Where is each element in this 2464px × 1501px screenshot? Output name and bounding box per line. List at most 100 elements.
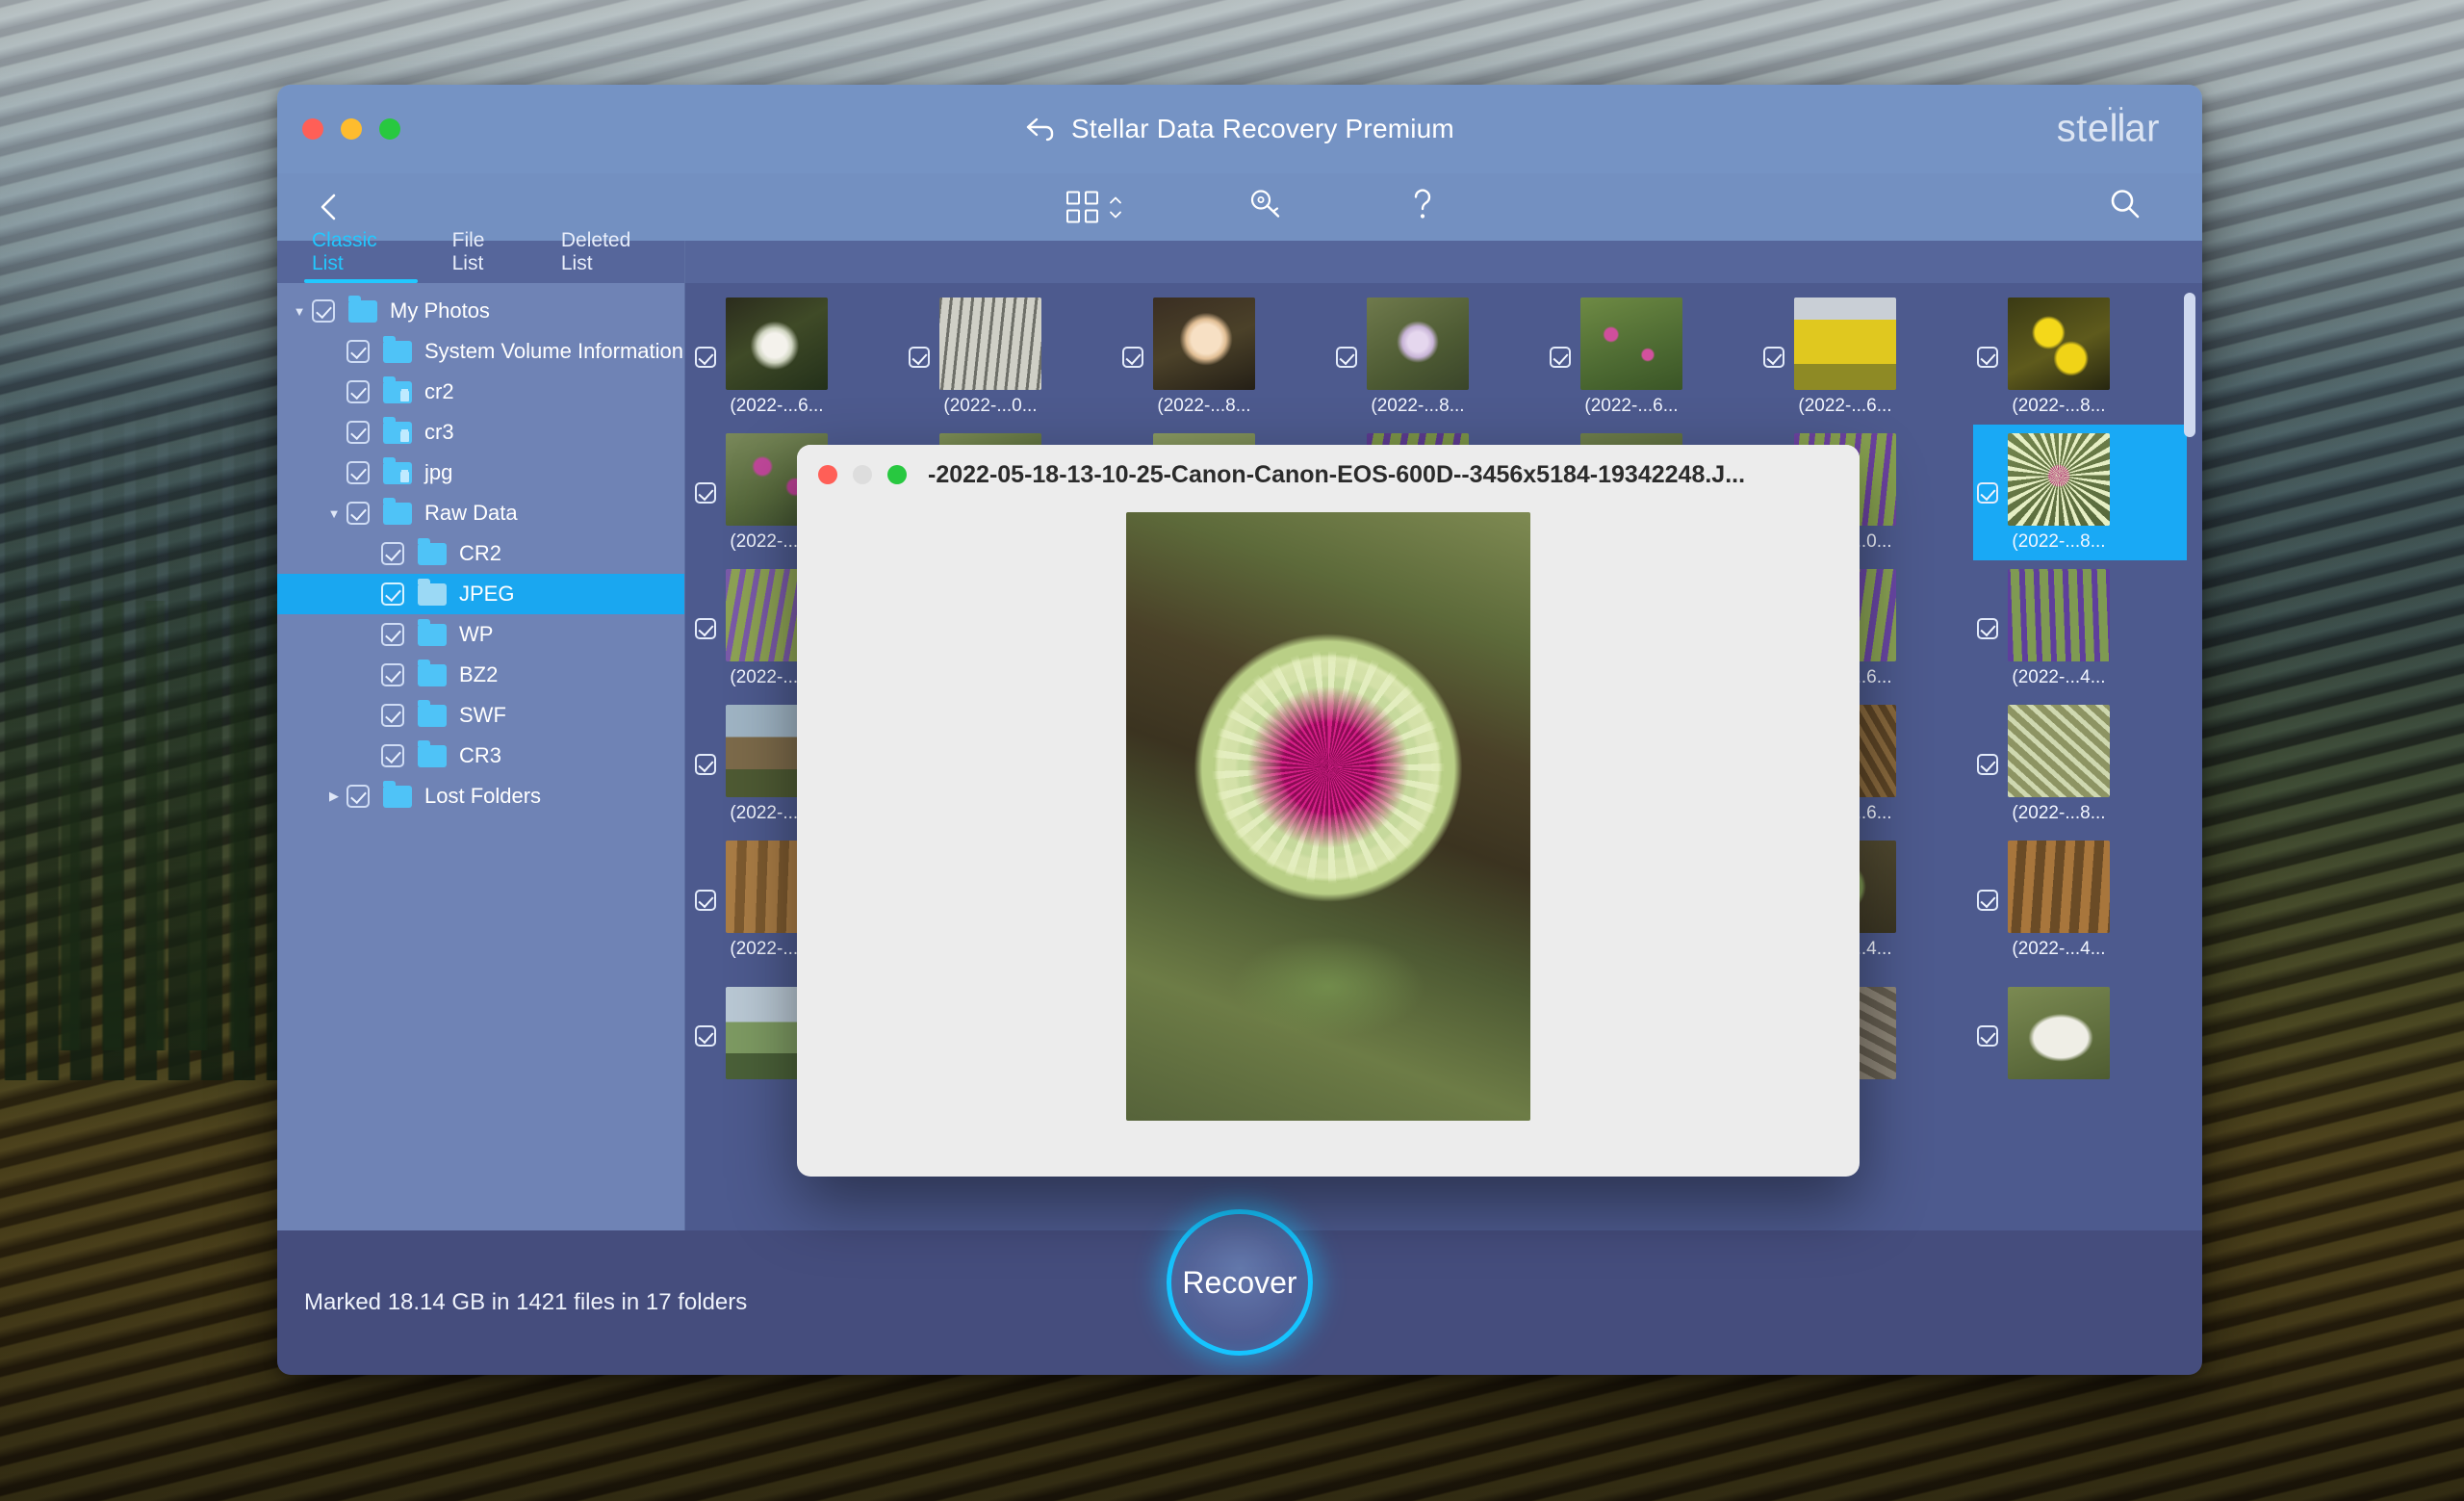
thumbnail-checkbox[interactable] <box>695 753 716 775</box>
tree-node-system-volume-information[interactable]: System Volume Information <box>277 331 684 372</box>
thumbnail-cell[interactable]: (2022-...6... <box>1546 289 1759 425</box>
search-icon[interactable] <box>2106 186 2144 229</box>
tree-node-checkbox[interactable] <box>381 663 404 686</box>
preview-maximize-button[interactable] <box>887 465 907 484</box>
thumbnail-cell[interactable]: (2022-...8... <box>1973 696 2187 832</box>
marked-status-text: Marked 18.14 GB in 1421 files in 17 fold… <box>304 1289 748 1315</box>
thumbnail-image-musk-thistle <box>2008 432 2110 526</box>
preview-titlebar: -2022-05-18-13-10-25-Canon-Canon-EOS-600… <box>797 445 1860 505</box>
tree-node-lost-folders[interactable]: ▶ Lost Folders <box>277 776 684 816</box>
thumbnail-checkbox[interactable] <box>1977 753 1998 775</box>
back-arrow-icon[interactable] <box>1025 116 1058 142</box>
chevron-down-icon[interactable]: ▼ <box>321 506 346 521</box>
thumbnail-label: (2022-...4... <box>2012 666 2106 687</box>
tree-node-cr2[interactable]: CR2 <box>277 533 684 574</box>
tree-node-checkbox[interactable] <box>381 542 404 565</box>
thumbnail-checkbox[interactable] <box>1977 889 1998 911</box>
thumbnail-cell[interactable]: (2022-...6... <box>691 289 905 425</box>
thumbnail-cell[interactable]: (2022-...8... <box>1973 289 2187 425</box>
tree-node-checkbox[interactable] <box>381 744 404 767</box>
preview-close-button[interactable] <box>818 465 837 484</box>
tree-node-checkbox[interactable] <box>381 582 404 606</box>
tree-node-cr3[interactable]: cr3 <box>277 412 684 453</box>
tree-node-my-photos[interactable]: ▼ My Photos <box>277 291 684 331</box>
thumbnail-checkbox[interactable] <box>1763 346 1784 368</box>
folder-deleted-icon <box>383 375 412 403</box>
thumbnail-tile[interactable]: (2022-...6... <box>726 297 828 417</box>
thumbnail-tile[interactable]: (2022-...8... <box>2008 432 2110 553</box>
thumbnail-checkbox[interactable] <box>909 346 930 368</box>
tree-node-cr3[interactable]: CR3 <box>277 736 684 776</box>
thumbnail-checkbox[interactable] <box>695 481 716 504</box>
recover-button[interactable]: Recover <box>1167 1209 1313 1356</box>
tree-node-checkbox[interactable] <box>312 299 335 323</box>
thumbnail-checkbox[interactable] <box>695 889 716 911</box>
help-question-icon[interactable] <box>1410 187 1435 228</box>
tree-node-checkbox[interactable] <box>346 502 370 525</box>
thumbnail-checkbox[interactable] <box>1977 481 1998 504</box>
folder-icon <box>348 295 377 323</box>
thumbnail-tile[interactable]: (2022-...8... <box>2008 297 2110 417</box>
thumbnail-tile[interactable]: (2022-...4... <box>2008 840 2110 960</box>
tree-node-raw-data[interactable]: ▼ Raw Data <box>277 493 684 533</box>
thumbnail-tile[interactable]: (2022-...0... <box>939 297 1041 417</box>
status-bar: Marked 18.14 GB in 1421 files in 17 fold… <box>277 1209 2202 1375</box>
tree-node-wp[interactable]: WP <box>277 614 684 655</box>
back-chevron-icon[interactable] <box>312 190 346 224</box>
tree-node-bz2[interactable]: BZ2 <box>277 655 684 695</box>
key-icon[interactable] <box>1248 189 1285 226</box>
folder-icon <box>383 497 412 525</box>
chevron-down-icon[interactable]: ▼ <box>287 304 312 319</box>
thumbnail-checkbox[interactable] <box>695 346 716 368</box>
thumbnail-checkbox[interactable] <box>1336 346 1357 368</box>
thumbnail-tile[interactable]: (2022-...8... <box>1153 297 1255 417</box>
tab-classic-list[interactable]: Classic List <box>291 229 431 283</box>
tree-node-cr2[interactable]: cr2 <box>277 372 684 412</box>
thumbnail-cell[interactable]: (2022-...0... <box>905 289 1118 425</box>
thumbnail-checkbox[interactable] <box>1977 617 1998 639</box>
thumbnail-cell[interactable] <box>1973 968 2187 1103</box>
tab-deleted-list[interactable]: Deleted List <box>540 229 684 283</box>
tree-node-checkbox[interactable] <box>381 623 404 646</box>
minimize-button[interactable] <box>341 118 362 140</box>
thumbnail-tile[interactable]: (2022-...6... <box>1794 297 1896 417</box>
maximize-button[interactable] <box>379 118 400 140</box>
thumbnail-cell[interactable]: (2022-...6... <box>1759 289 1973 425</box>
tree-node-checkbox[interactable] <box>346 380 370 403</box>
thumbnail-tile[interactable]: (2022-...8... <box>2008 704 2110 824</box>
grid-view-button[interactable] <box>1066 191 1123 223</box>
tree-node-checkbox[interactable] <box>346 340 370 363</box>
thumbnail-cell[interactable]: (2022-...8... <box>1973 425 2187 560</box>
sort-updown-icon[interactable] <box>1108 195 1123 219</box>
thumbnail-tile[interactable] <box>2008 986 2110 1085</box>
tree-node-checkbox[interactable] <box>346 421 370 444</box>
tree-node-label: Raw Data <box>424 501 518 525</box>
tree-node-swf[interactable]: SWF <box>277 695 684 736</box>
thumbnail-checkbox[interactable] <box>695 1024 716 1047</box>
thumbnail-tile[interactable]: (2022-...4... <box>2008 568 2110 688</box>
thumbnail-image-purple-salvia <box>2008 568 2110 661</box>
thumbnail-checkbox[interactable] <box>1977 1024 1998 1047</box>
thumbnail-cell[interactable]: (2022-...8... <box>1118 289 1332 425</box>
thumbnail-cell[interactable]: (2022-...4... <box>1973 560 2187 696</box>
thumbnail-checkbox[interactable] <box>1550 346 1571 368</box>
scrollbar-thumb[interactable] <box>2184 293 2195 437</box>
thumbnail-cell[interactable]: (2022-...8... <box>1332 289 1546 425</box>
thumbnail-tile[interactable]: (2022-...8... <box>1367 297 1469 417</box>
chevron-right-icon[interactable]: ▶ <box>321 789 346 804</box>
vertical-scrollbar[interactable] <box>2184 293 2195 890</box>
tree-node-jpg[interactable]: jpg <box>277 453 684 493</box>
tree-node-label: System Volume Information <box>424 339 684 363</box>
tree-node-jpeg[interactable]: JPEG <box>277 574 684 614</box>
tree-node-checkbox[interactable] <box>346 785 370 808</box>
thumbnail-image-pink-meadow <box>1580 297 1682 390</box>
close-button[interactable] <box>302 118 323 140</box>
thumbnail-tile[interactable]: (2022-...6... <box>1580 297 1682 417</box>
thumbnail-checkbox[interactable] <box>1977 346 1998 368</box>
tree-node-checkbox[interactable] <box>381 704 404 727</box>
thumbnail-checkbox[interactable] <box>695 617 716 639</box>
tab-file-list[interactable]: File List <box>431 229 540 283</box>
thumbnail-checkbox[interactable] <box>1122 346 1143 368</box>
tree-node-checkbox[interactable] <box>346 461 370 484</box>
thumbnail-cell[interactable]: (2022-...4... <box>1973 832 2187 968</box>
